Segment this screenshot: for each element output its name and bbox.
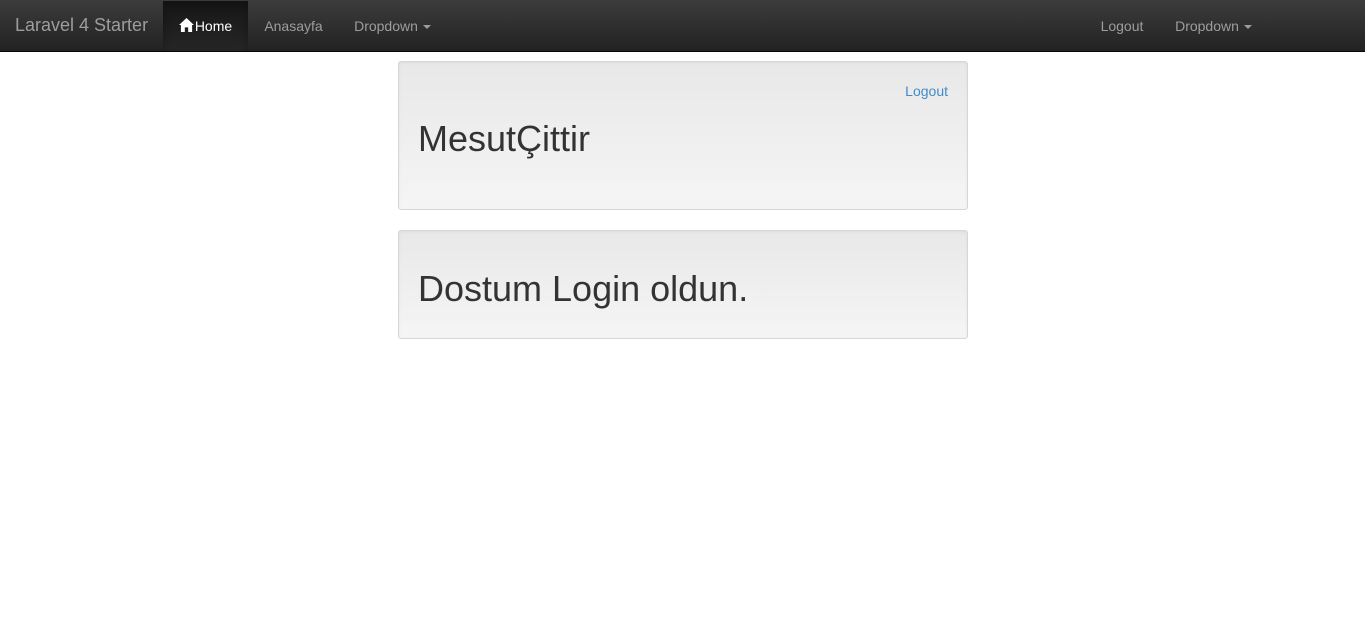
nav-item-home-label: Home xyxy=(194,18,233,34)
nav-item-anasayfa[interactable]: Anasayfa xyxy=(249,1,338,51)
nav-item-home[interactable]: Home xyxy=(163,1,248,51)
login-message-panel: Dostum Login oldun. xyxy=(398,230,968,339)
nav-item-logout-label: Logout xyxy=(1100,18,1144,34)
navbar-brand[interactable]: Laravel 4 Starter xyxy=(15,0,148,51)
chevron-down-icon xyxy=(422,25,431,30)
login-message-heading: Dostum Login oldun. xyxy=(418,268,749,309)
nav-item-logout[interactable]: Logout xyxy=(1085,1,1159,51)
chevron-down-icon xyxy=(1243,25,1252,30)
home-icon xyxy=(178,18,194,32)
nav-dropdown-right[interactable]: Dropdown xyxy=(1159,1,1268,51)
nav-dropdown-right-label: Dropdown xyxy=(1175,18,1239,34)
user-panel: Logout MesutÇittir xyxy=(398,61,968,210)
panel-logout-link[interactable]: Logout xyxy=(905,83,948,99)
nav-dropdown-left-label: Dropdown xyxy=(354,18,418,34)
user-name-heading: MesutÇittir xyxy=(418,118,591,159)
nav-dropdown-left[interactable]: Dropdown xyxy=(338,1,447,51)
top-navbar: Laravel 4 Starter Home Anasayfa Dropdown… xyxy=(0,0,1365,52)
nav-item-anasayfa-label: Anasayfa xyxy=(264,18,323,34)
